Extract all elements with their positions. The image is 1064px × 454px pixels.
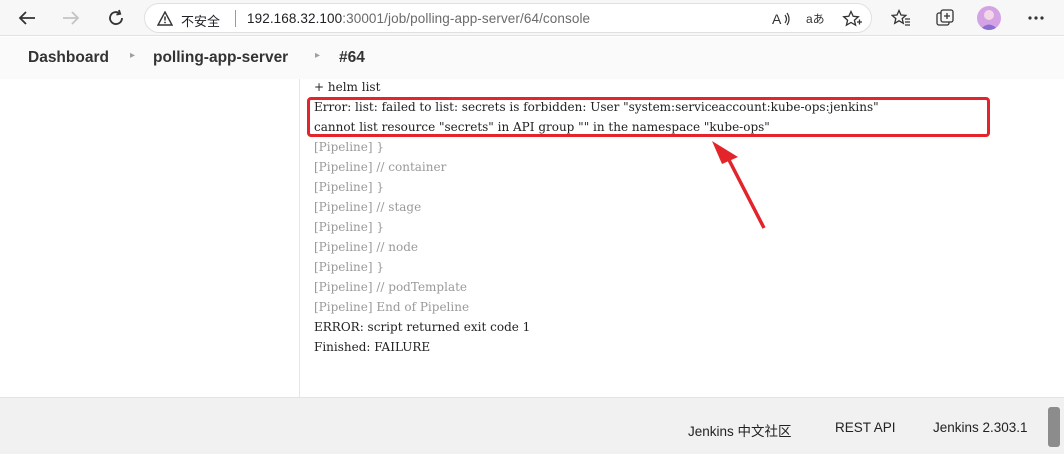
footer-rest-api-link[interactable]: REST API: [835, 420, 896, 435]
footer-community-link[interactable]: Jenkins 中文社区: [688, 420, 792, 440]
scrollbar-thumb[interactable]: [1048, 407, 1060, 447]
page-footer: Jenkins 中文社区 REST API Jenkins 2.303.1: [0, 397, 1064, 454]
footer-version-link[interactable]: Jenkins 2.303.1: [933, 420, 1028, 435]
annotation-arrow-icon: [712, 141, 766, 229]
